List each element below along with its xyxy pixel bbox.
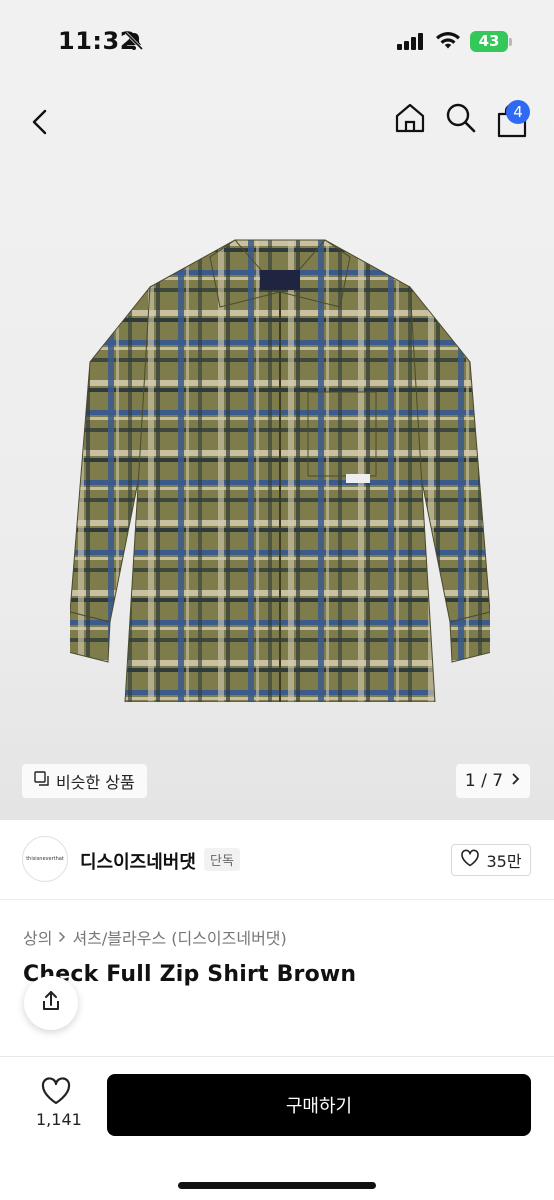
wishlist-count: 1,141 — [36, 1110, 82, 1129]
breadcrumb: 상의 셔츠/블라우스 (디스이즈네버댓) — [23, 925, 287, 949]
chevron-right-icon — [58, 928, 66, 947]
back-button[interactable] — [22, 104, 58, 140]
chevron-right-icon — [511, 771, 521, 791]
breadcrumb-category[interactable]: 상의 — [23, 925, 52, 949]
product-photo — [70, 239, 490, 702]
wifi-icon — [435, 31, 461, 54]
brand-name[interactable]: 디스이즈네버댓 — [80, 848, 196, 874]
battery-indicator: 43 — [470, 31, 508, 52]
image-pager[interactable]: 1 / 7 — [456, 764, 530, 798]
heart-icon — [460, 849, 480, 871]
share-button[interactable] — [24, 976, 78, 1030]
product-image-gallery[interactable]: 4 비슷한 상품 1 / 7 — [0, 82, 554, 820]
status-bar: 11:32 43 — [0, 0, 554, 82]
breadcrumb-subcategory[interactable]: 셔츠/블라우스 (디스이즈네버댓) — [72, 925, 286, 949]
brand-like-count: 35만 — [486, 852, 522, 871]
product-title: Check Full Zip Shirt Brown — [23, 962, 357, 987]
wishlist-heart-icon[interactable] — [40, 1077, 72, 1109]
brand-logo[interactable]: thisisneverthat — [22, 836, 68, 882]
cellular-signal-icon — [397, 33, 425, 54]
exclusive-tag: 단독 — [204, 848, 240, 871]
brand-row[interactable]: thisisneverthat 디스이즈네버댓 단독 35만 — [0, 820, 554, 900]
battery-cap — [509, 38, 512, 46]
bottom-action-bar: 1,141 구매하기 — [0, 1056, 554, 1200]
home-icon[interactable] — [392, 100, 428, 136]
home-indicator — [178, 1182, 376, 1189]
cart-count-badge: 4 — [506, 100, 530, 124]
bell-off-icon — [124, 31, 144, 55]
similar-products-button[interactable]: 비슷한 상품 — [22, 764, 147, 798]
brand-like-button[interactable]: 35만 — [451, 844, 531, 876]
similar-products-label: 비슷한 상품 — [56, 773, 135, 792]
similar-products-icon — [34, 771, 50, 791]
buy-button[interactable]: 구매하기 — [107, 1074, 531, 1136]
share-icon — [39, 989, 63, 1017]
pager-text: 1 / 7 — [464, 771, 504, 791]
search-icon[interactable] — [443, 100, 479, 136]
